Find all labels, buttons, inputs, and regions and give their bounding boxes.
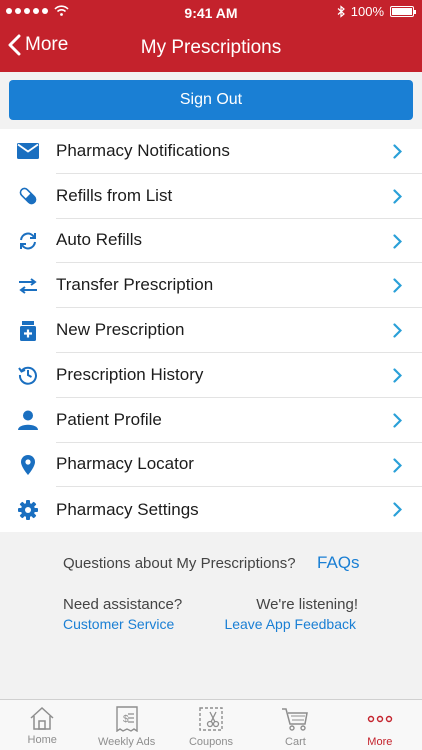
pill-icon [0,186,56,206]
menu-item-label: Transfer Prescription [56,263,422,309]
menu-item-label: Auto Refills [56,219,422,264]
back-label: More [25,34,69,55]
chevron-right-icon [393,233,402,249]
prescription-menu: Pharmacy Notifications Refills from List… [0,129,422,533]
more-dots-icon [367,715,393,723]
menu-item-label: Prescription History [56,353,422,398]
menu-item-label: Pharmacy Notifications [56,129,422,174]
chevron-left-icon [8,34,21,56]
menu-item-label: Pharmacy Locator [56,443,422,488]
listening-text: We're listening! [256,596,358,613]
chevron-right-icon [393,457,402,473]
status-bar: 9:41 AM 100% [0,0,422,24]
chevron-right-icon [393,502,402,517]
menu-item-transfer-prescription[interactable]: Transfer Prescription [0,263,422,309]
chevron-right-icon [393,323,402,338]
menu-item-pharmacy-locator[interactable]: Pharmacy Locator [0,443,422,488]
chevron-right-icon [393,368,402,383]
tab-label: Home [27,734,57,746]
chevron-right-icon [393,278,402,293]
menu-item-refills-from-list[interactable]: Refills from List [0,174,422,219]
location-pin-icon [0,454,56,475]
menu-item-new-prescription[interactable]: New Prescription [0,308,422,353]
refresh-icon [0,232,56,250]
weekly-ads-icon: $ [115,706,138,732]
coupon-scissors-icon [199,707,223,731]
svg-text:$: $ [123,714,129,725]
tab-more[interactable]: More [338,700,422,750]
battery-icon [390,6,416,17]
tab-weekly-ads[interactable]: $ Weekly Ads [84,700,168,750]
envelope-icon [0,143,56,160]
person-icon [0,410,56,431]
bluetooth-icon [337,5,345,18]
menu-item-patient-profile[interactable]: Patient Profile [0,398,422,443]
chevron-right-icon [393,413,402,428]
menu-item-pharmacy-notifications[interactable]: Pharmacy Notifications [0,129,422,174]
back-button[interactable]: More [8,34,68,56]
status-right: 100% [337,4,416,19]
menu-item-label: Pharmacy Settings [56,499,199,519]
cart-icon [282,708,309,731]
questions-text: Questions about My Prescriptions? [63,555,296,572]
menu-item-auto-refills[interactable]: Auto Refills [0,219,422,264]
menu-item-label: Refills from List [56,174,422,219]
home-icon [30,706,54,730]
menu-item-label: New Prescription [56,308,422,353]
tab-cart[interactable]: Cart [253,700,337,750]
tab-bar: Home $ Weekly Ads Coupons Cart More [0,699,422,750]
menu-item-pharmacy-settings[interactable]: Pharmacy Settings [0,487,422,532]
sign-out-button[interactable]: Sign Out [9,80,413,120]
gear-icon [0,499,56,520]
faqs-link[interactable]: FAQs [317,553,360,573]
battery-percent: 100% [350,4,384,19]
transfer-arrows-icon [0,277,56,294]
sign-out-section: Sign Out [0,72,422,130]
nav-bar: More My Prescriptions [0,24,422,72]
chevron-right-icon [393,189,402,204]
menu-item-label: Patient Profile [56,398,422,443]
tab-label: More [367,736,393,748]
menu-item-prescription-history[interactable]: Prescription History [0,353,422,398]
tab-label: Weekly Ads [97,736,156,748]
customer-service-link[interactable]: Customer Service [63,616,174,632]
tab-label: Coupons [188,736,234,748]
leave-feedback-link[interactable]: Leave App Feedback [224,616,356,632]
tab-coupons[interactable]: Coupons [169,700,253,750]
tab-label: Cart [285,736,306,748]
need-assistance-text: Need assistance? [63,596,183,613]
rx-bottle-icon [0,320,56,341]
history-clock-icon [0,365,56,386]
chevron-right-icon [393,144,402,159]
tab-home[interactable]: Home [0,700,84,750]
help-section: Questions about My Prescriptions? FAQs N… [0,532,422,698]
